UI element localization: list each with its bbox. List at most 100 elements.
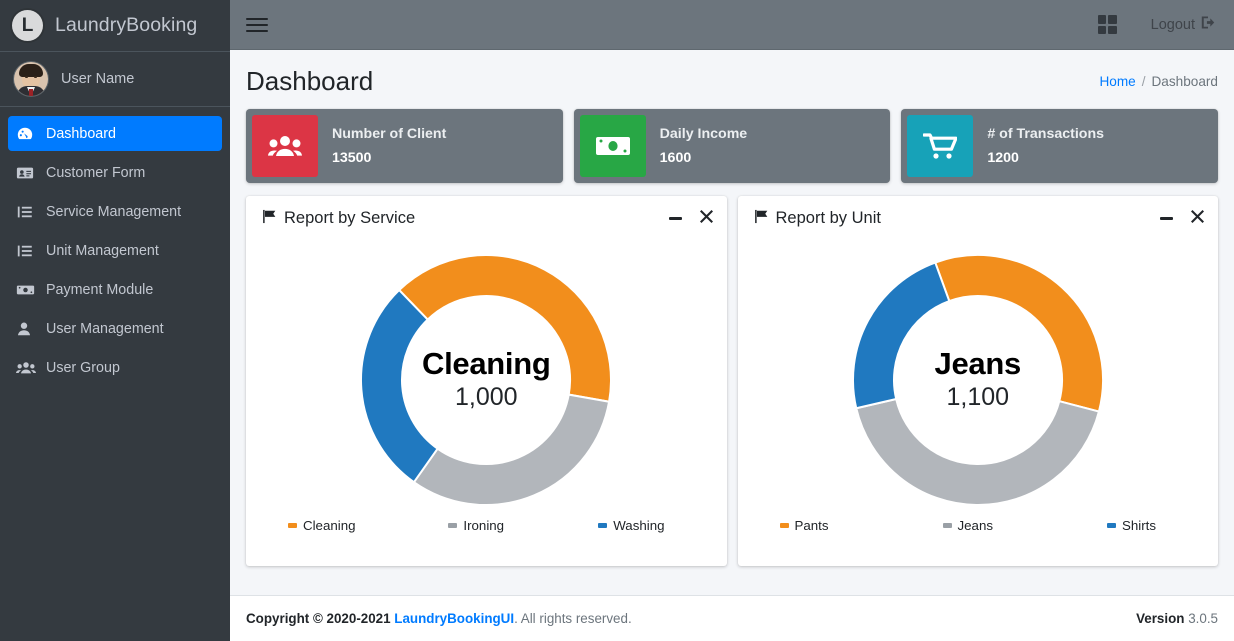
user-name-label: User Name <box>61 71 135 87</box>
card-title: Report by Unit <box>754 209 881 229</box>
donut-segment-shirts[interactable] <box>851 261 951 410</box>
donut-segment-cleaning[interactable] <box>398 254 613 403</box>
money-bill-icon <box>16 281 40 299</box>
breadcrumb: Home / Dashboard <box>1099 74 1218 89</box>
stat-card-text: # of Transactions 1200 <box>973 126 1104 166</box>
breadcrumb-separator: / <box>1141 74 1146 89</box>
legend-swatch-washing <box>598 523 608 528</box>
sidebar-item-label: Service Management <box>46 203 182 220</box>
card-header: Report by Unit <box>737 196 1218 242</box>
list-icon <box>16 242 40 260</box>
list-icon <box>16 203 40 221</box>
footer-brand-link[interactable]: LaundryBookingUI <box>394 611 514 626</box>
main-area: Logout Dashboard Home / Dashboard Number… <box>230 0 1234 641</box>
sidebar-item-user-group[interactable]: User Group <box>8 350 222 385</box>
footer-version: Version 3.0.5 <box>1136 611 1218 626</box>
card-body: Cleaning 1,000 Cleaning Ironing Washing <box>246 242 727 566</box>
sidebar-item-user-management[interactable]: User Management <box>8 311 222 346</box>
chart-cards-row: Report by Service Cleaning 1,000 Cleanin… <box>246 196 1218 566</box>
legend-item[interactable]: Cleaning <box>270 518 414 533</box>
sidebar-item-dashboard[interactable]: Dashboard <box>8 116 222 151</box>
card-body: Jeans 1,100 Pants Jeans Shirts <box>738 242 1219 566</box>
flag-icon <box>262 209 277 229</box>
sidebar-item-payment-module[interactable]: Payment Module <box>8 272 222 307</box>
card-title-text: Report by Unit <box>775 209 881 227</box>
stat-card-number-of-client[interactable]: Number of Client 13500 <box>246 109 563 183</box>
card-title: Report by Service <box>262 209 415 229</box>
donut-segment-jeans[interactable] <box>854 397 1100 506</box>
donut-svg <box>851 254 1104 506</box>
sidebar-nav: Dashboard Customer Form Service Manageme… <box>0 107 230 389</box>
legend-label: Jeans <box>957 518 993 533</box>
card-header: Report by Service <box>246 196 727 242</box>
page-title: Dashboard <box>246 66 374 96</box>
avatar <box>14 62 48 96</box>
content-header: Dashboard Home / Dashboard <box>230 50 1234 105</box>
times-icon <box>699 210 713 227</box>
user-panel[interactable]: User Name <box>0 52 230 107</box>
legend-label: Cleaning <box>303 518 356 533</box>
logout-button[interactable]: Logout <box>1151 15 1216 34</box>
times-icon <box>1191 210 1204 227</box>
legend-swatch-cleaning <box>288 523 297 528</box>
money-bill-icon <box>579 115 646 177</box>
sidebar: L LaundryBooking User Name Dashboard Cus… <box>0 0 230 641</box>
stat-value: 1600 <box>659 150 692 166</box>
card-report-by-unit: Report by Unit Jeans 1,100 Pants Jeans S… <box>737 196 1219 566</box>
stat-card-transactions[interactable]: # of Transactions 1200 <box>901 109 1219 183</box>
legend-item[interactable]: Ironing <box>414 518 540 533</box>
breadcrumb-current: Dashboard <box>1151 74 1218 89</box>
sidebar-item-label: User Management <box>46 320 164 337</box>
breadcrumb-home-link[interactable]: Home <box>1099 74 1135 89</box>
sidebar-item-customer-form[interactable]: Customer Form <box>8 155 222 190</box>
legend-swatch-pants <box>779 523 789 528</box>
legend-label: Pants <box>794 518 829 533</box>
donut-segment-pants[interactable] <box>933 254 1104 413</box>
sidebar-item-unit-management[interactable]: Unit Management <box>8 233 222 268</box>
footer-copyright: Copyright © 2020-2021 LaundryBookingUI. … <box>246 611 632 626</box>
stat-card-text: Daily Income 1600 <box>646 126 748 166</box>
donut-chart-service[interactable]: Cleaning 1,000 <box>358 252 614 508</box>
donut-chart-unit[interactable]: Jeans 1,100 <box>850 252 1106 508</box>
legend-item[interactable]: Pants <box>762 518 906 533</box>
donut-segment-ironing[interactable] <box>412 393 611 506</box>
stat-label: # of Transactions <box>987 126 1105 142</box>
footer-copyright-suffix: . All rights reserved. <box>514 611 632 626</box>
minimize-button[interactable] <box>668 217 682 220</box>
shopping-cart-icon <box>907 115 974 177</box>
app-root: L LaundryBooking User Name Dashboard Cus… <box>0 0 1234 641</box>
stat-value: 13500 <box>332 150 372 166</box>
card-tools <box>668 210 713 227</box>
sidebar-item-service-management[interactable]: Service Management <box>8 194 222 229</box>
legend-item[interactable]: Washing <box>539 518 703 533</box>
sidebar-item-label: Payment Module <box>46 281 154 298</box>
legend-label: Washing <box>613 518 665 533</box>
donut-svg <box>360 254 613 506</box>
stat-label: Daily Income <box>659 126 748 142</box>
footer-copyright-prefix: Copyright © 2020-2021 <box>246 611 395 626</box>
brand-logo-icon: L <box>12 10 43 41</box>
card-title-text: Report by Service <box>284 209 416 227</box>
minus-icon <box>1160 217 1173 220</box>
chart-legend: Cleaning Ironing Washing <box>256 518 717 533</box>
brand-header[interactable]: L LaundryBooking <box>0 0 230 52</box>
close-button[interactable] <box>699 210 713 227</box>
th-large-icon[interactable] <box>1097 15 1117 34</box>
flag-icon <box>754 209 769 229</box>
card-report-by-service: Report by Service Cleaning 1,000 Cleanin… <box>246 196 727 566</box>
stat-value: 1200 <box>987 150 1019 166</box>
stat-cards-row: Number of Client 13500 Daily Income 1600 <box>246 109 1219 183</box>
stat-card-text: Number of Client 13500 <box>318 126 446 166</box>
stat-card-daily-income[interactable]: Daily Income 1600 <box>573 109 891 183</box>
hamburger-icon[interactable] <box>246 14 268 36</box>
users-icon <box>252 115 318 177</box>
minimize-button[interactable] <box>1160 217 1173 220</box>
sidebar-item-label: Unit Management <box>46 242 159 259</box>
close-button[interactable] <box>1191 210 1204 227</box>
legend-item[interactable]: Shirts <box>1031 518 1195 533</box>
legend-swatch-jeans <box>942 523 952 528</box>
brand-logo-letter: L <box>21 15 34 36</box>
footer-version-label: Version <box>1136 611 1185 626</box>
legend-item[interactable]: Jeans <box>905 518 1031 533</box>
donut-segment-washing[interactable] <box>360 288 440 484</box>
